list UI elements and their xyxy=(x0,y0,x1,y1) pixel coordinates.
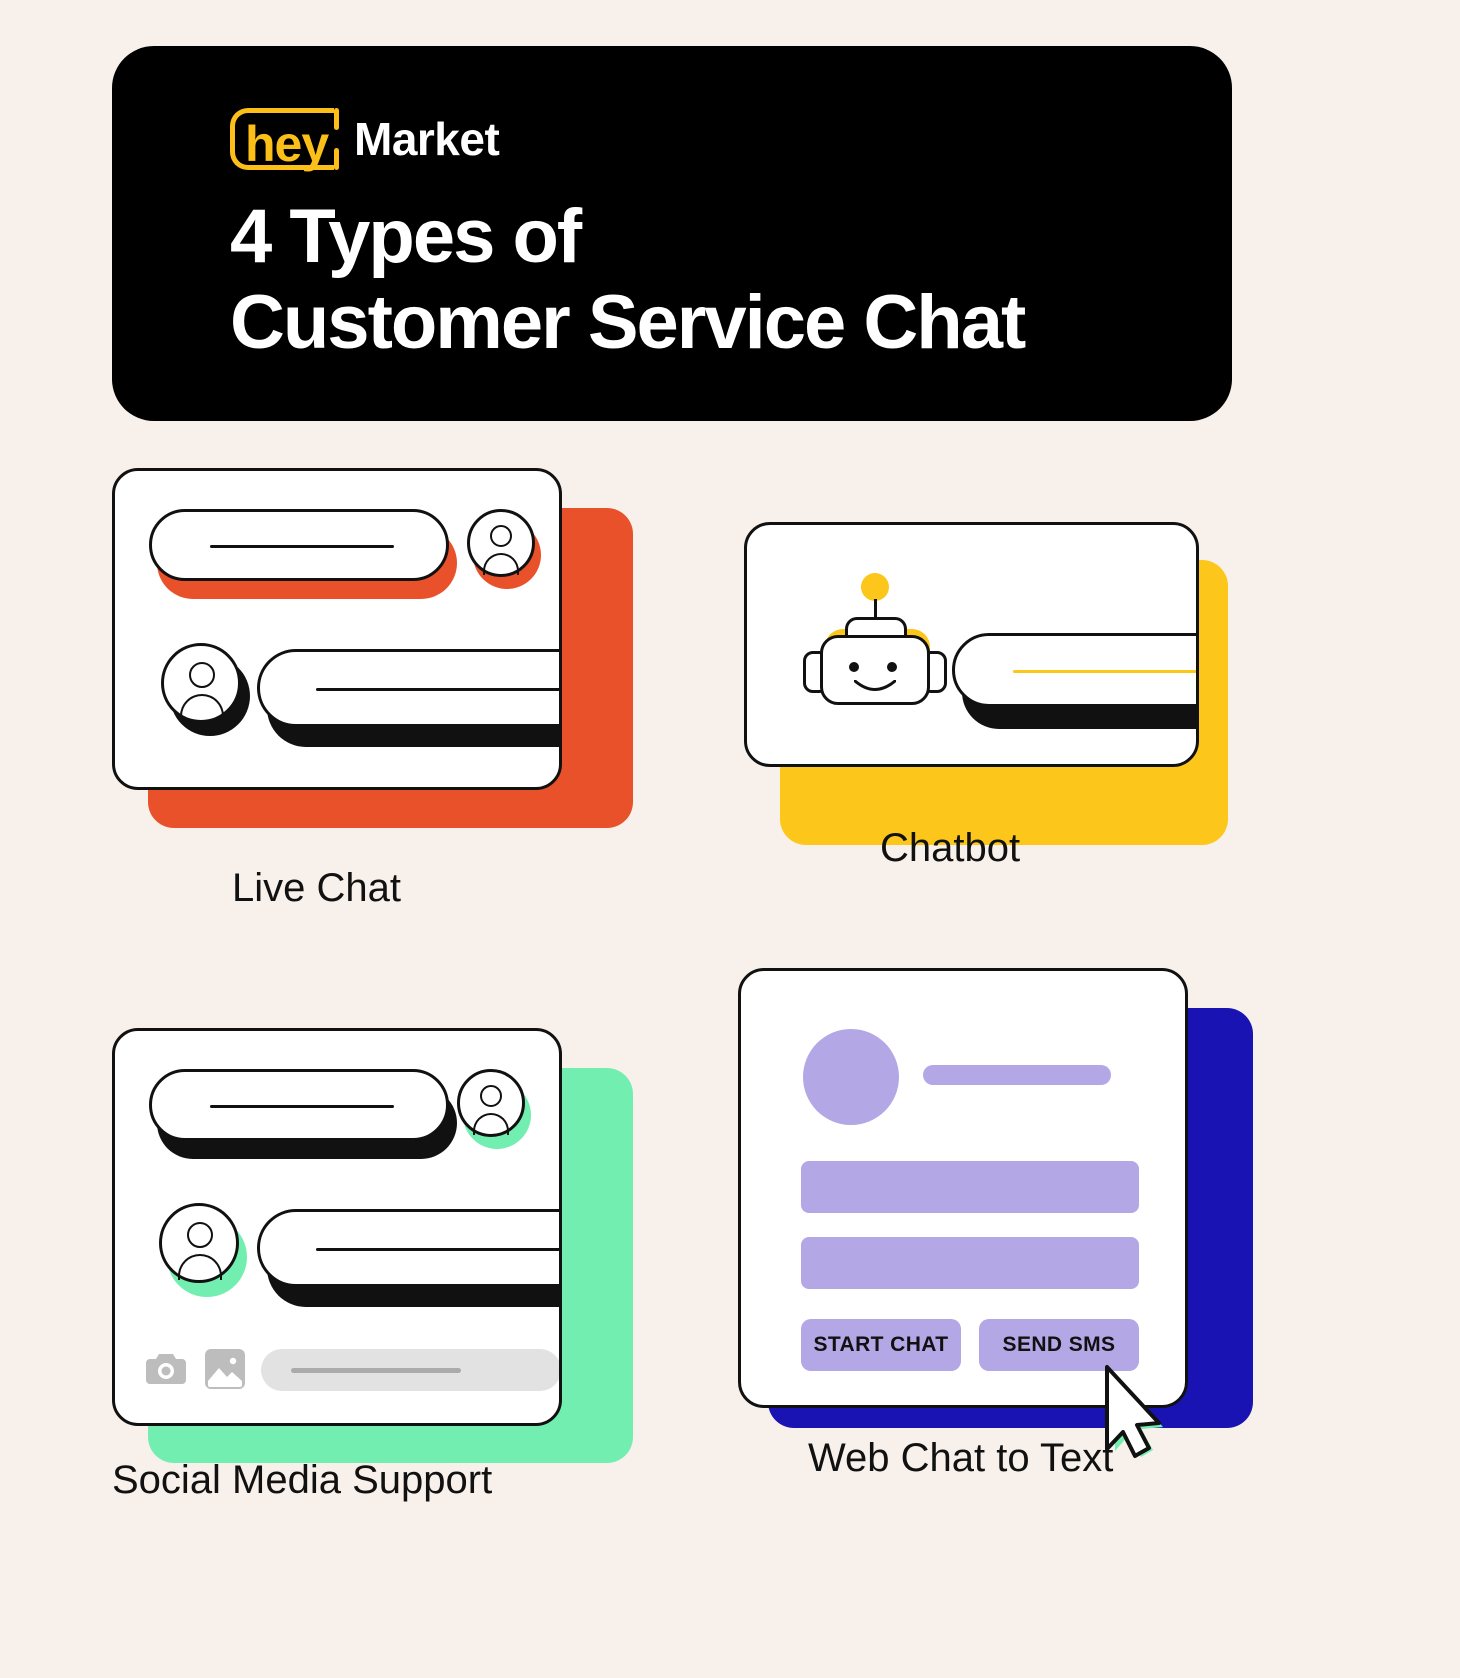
logo-market-text: Market xyxy=(354,113,500,165)
avatar-head-icon xyxy=(490,525,512,547)
user-avatar-bottom xyxy=(159,1203,239,1283)
robot-eye-right-icon xyxy=(887,662,897,672)
bubble-text-line xyxy=(210,1105,394,1108)
caption-social-media-support: Social Media Support xyxy=(112,1458,493,1502)
bubble-text-line xyxy=(316,688,559,691)
robot-head xyxy=(820,635,930,705)
caption-web-chat-to-text: Web Chat to Text xyxy=(808,1436,1114,1480)
title-line-1: 4 Types of xyxy=(230,194,582,279)
logo-hey-outline: hey xyxy=(230,108,339,172)
avatar-head-icon xyxy=(480,1085,502,1107)
message-bubble-outgoing xyxy=(257,649,559,727)
heymarket-logo: hey Market xyxy=(230,108,500,176)
robot-antenna-stem xyxy=(874,599,877,619)
card-live-chat: Live Chat xyxy=(112,468,712,948)
logo-hey-text: hey xyxy=(245,116,329,172)
form-field-2[interactable] xyxy=(801,1237,1139,1289)
avatar-body-icon xyxy=(180,694,224,720)
bubble-text-line xyxy=(316,1248,559,1251)
message-bubble-incoming xyxy=(149,1069,449,1141)
robot-eye-left-icon xyxy=(849,662,859,672)
social-media-window xyxy=(112,1028,562,1426)
card-web-chat-to-text: START CHAT SEND SMS Web Chat to Text xyxy=(738,968,1298,1480)
user-avatar-top xyxy=(457,1069,525,1137)
card-social-media-support: Social Media Support xyxy=(112,1028,712,1508)
chatbot-window xyxy=(744,522,1199,767)
avatar-body-icon xyxy=(473,1113,509,1135)
composer-input[interactable] xyxy=(261,1349,559,1391)
avatar-head-icon xyxy=(187,1222,213,1248)
title-line-2: Customer Service Chat xyxy=(230,280,1026,365)
photo-icon[interactable] xyxy=(205,1349,245,1389)
message-bubble-bot xyxy=(952,633,1196,707)
camera-icon[interactable] xyxy=(145,1351,187,1387)
avatar-body-icon xyxy=(178,1254,222,1280)
robot-smile-icon xyxy=(854,680,896,691)
caption-chatbot: Chatbot xyxy=(880,826,1021,870)
header-banner: hey Market 4 Types of Customer Service C… xyxy=(112,46,1232,421)
infographic-page: hey Market 4 Types of Customer Service C… xyxy=(0,0,1460,1678)
bubble-text-line xyxy=(210,545,394,548)
card-chatbot: Chatbot xyxy=(742,510,1302,930)
page-title: 4 Types of Customer Service Chat xyxy=(230,194,1026,366)
start-chat-button[interactable]: START CHAT xyxy=(801,1319,961,1371)
avatar-head-icon xyxy=(189,662,215,688)
bubble-text-line xyxy=(1013,670,1196,673)
form-field-1[interactable] xyxy=(801,1161,1139,1213)
avatar-circle xyxy=(803,1029,899,1125)
user-avatar-bottom xyxy=(161,643,241,723)
web-chat-window: START CHAT SEND SMS xyxy=(738,968,1188,1408)
robot-icon xyxy=(803,573,948,708)
message-bubble-outgoing xyxy=(257,1209,559,1287)
name-placeholder-bar xyxy=(923,1065,1111,1085)
live-chat-window xyxy=(112,468,562,790)
message-bubble-incoming xyxy=(149,509,449,581)
robot-antenna-ball-icon xyxy=(861,573,889,601)
caption-live-chat: Live Chat xyxy=(232,866,401,910)
avatar-body-icon xyxy=(483,553,519,575)
composer-placeholder-line xyxy=(291,1368,461,1373)
user-avatar-top xyxy=(467,509,535,577)
